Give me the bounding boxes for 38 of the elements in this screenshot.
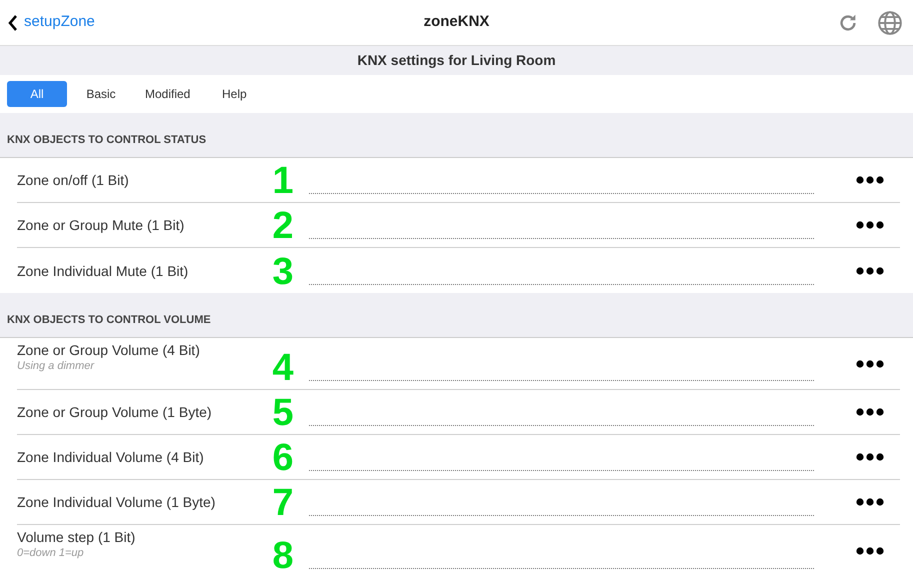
annotation-number: 7 [272, 484, 294, 522]
globe-icon [877, 10, 903, 36]
filter-tab[interactable]: Basic [71, 81, 131, 107]
more-icon [856, 221, 884, 229]
more-icon [856, 453, 884, 461]
setting-label: Zone or Group Volume (4 Bit) [17, 341, 201, 359]
back-button[interactable]: setupZone [8, 11, 95, 34]
more-icon [856, 498, 884, 506]
more-icon [856, 547, 884, 555]
annotation-number: 8 [272, 537, 294, 575]
annotation-number: 3 [272, 253, 294, 291]
setting-hint: 0=down 1=up [17, 546, 85, 560]
setting-hint: Using a dimmer [17, 359, 96, 373]
more-icon [856, 408, 884, 416]
globe-button[interactable] [877, 10, 903, 36]
more-icon [856, 266, 884, 274]
setting-label: Zone on/off (1 Bit) [17, 171, 130, 189]
more-icon [856, 176, 884, 184]
section-header: KNX OBJECTS TO CONTROL VOLUME [7, 312, 211, 328]
more-icon [856, 360, 884, 368]
annotation-number: 2 [272, 207, 294, 245]
setting-label: Zone Individual Volume (4 Bit) [17, 448, 205, 466]
setting-label: Zone Individual Mute (1 Bit) [17, 262, 190, 280]
filter-tab[interactable]: Modified [135, 81, 200, 107]
annotation-number: 4 [272, 349, 294, 387]
setting-label: Zone or Group Mute (1 Bit) [17, 216, 186, 234]
filter-tab[interactable]: All [7, 81, 67, 107]
chevron-left-icon [8, 14, 18, 30]
annotation-number: 5 [272, 394, 294, 432]
annotation-number: 1 [272, 162, 294, 200]
setting-label: Zone or Group Volume (1 Byte) [17, 403, 213, 421]
section-header: KNX OBJECTS TO CONTROL STATUS [7, 132, 206, 148]
subtitle-bar: KNX settings for Living Room [0, 46, 913, 75]
setting-label: Zone Individual Volume (1 Byte) [17, 493, 216, 511]
setting-label: Volume step (1 Bit) [17, 528, 136, 546]
page-title: zoneKNX [424, 12, 490, 32]
annotation-number: 6 [272, 439, 294, 477]
filter-tab[interactable]: Help [204, 81, 264, 107]
